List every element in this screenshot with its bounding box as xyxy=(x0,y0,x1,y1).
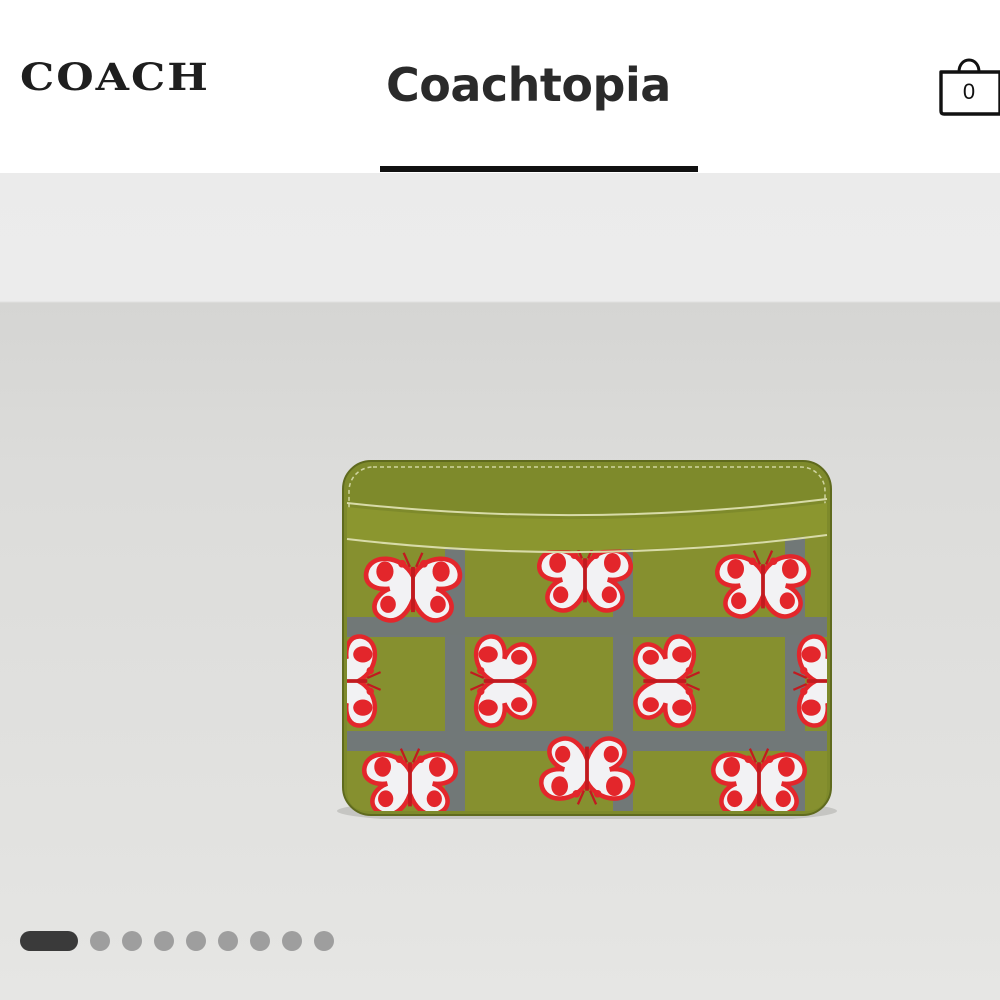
product-image-carousel[interactable] xyxy=(0,173,1000,1000)
site-header: COACH Coachtopia 0 xyxy=(0,0,1000,173)
cart-count: 0 xyxy=(962,79,976,104)
carousel-dot-active[interactable] xyxy=(20,931,78,951)
tab-coachtopia-label: Coachtopia xyxy=(386,58,671,112)
carousel-dot[interactable] xyxy=(282,931,302,951)
carousel-dot[interactable] xyxy=(218,931,238,951)
carousel-dot[interactable] xyxy=(186,931,206,951)
carousel-pagination xyxy=(20,931,334,951)
tab-coachtopia[interactable]: Coachtopia xyxy=(380,54,698,172)
active-tab-indicator xyxy=(380,166,698,172)
card-case-product-image xyxy=(337,460,837,819)
carousel-dot[interactable] xyxy=(154,931,174,951)
shopping-bag-button[interactable]: 0 xyxy=(938,48,1000,118)
coach-logo[interactable]: COACH xyxy=(20,60,210,97)
carousel-dot[interactable] xyxy=(90,931,110,951)
carousel-dot[interactable] xyxy=(250,931,270,951)
carousel-dot[interactable] xyxy=(314,931,334,951)
carousel-dot[interactable] xyxy=(122,931,142,951)
